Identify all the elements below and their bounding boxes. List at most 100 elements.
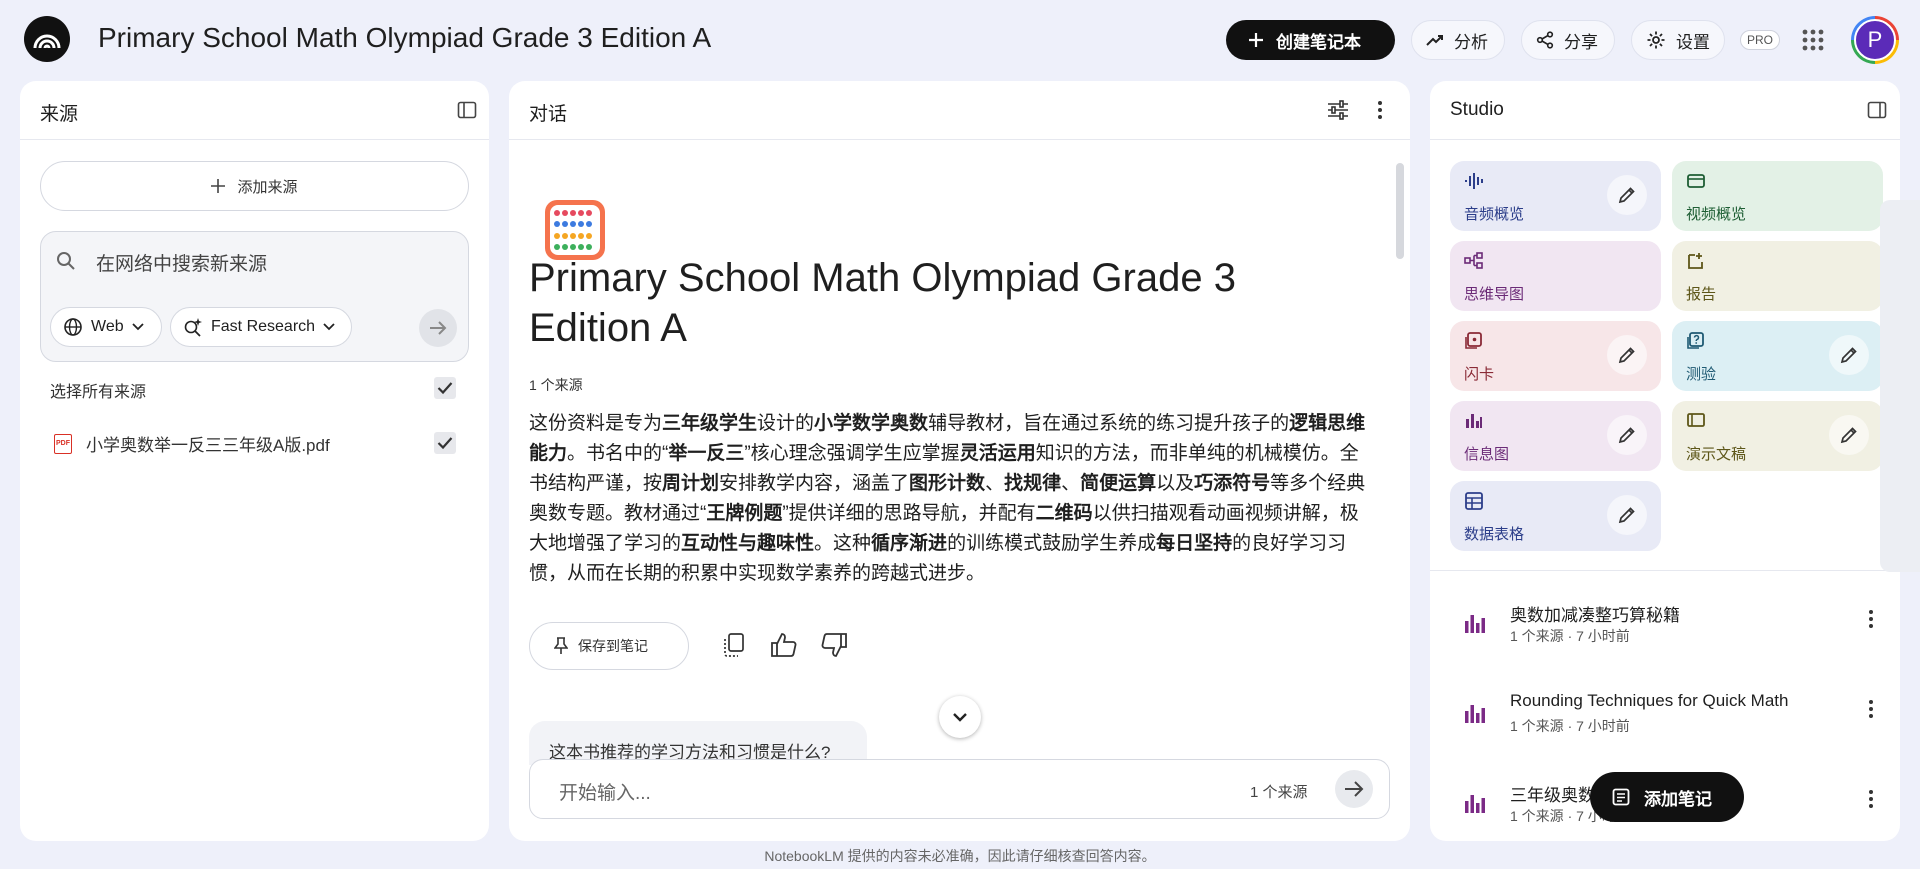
edit-button[interactable] bbox=[1829, 335, 1869, 375]
edit-button[interactable] bbox=[1607, 415, 1647, 455]
studio-tile-quiz[interactable]: 测验 bbox=[1672, 321, 1883, 391]
note-item[interactable]: 奥数加减凑整巧算秘籍 1 个来源 · 7 小时前 bbox=[1464, 593, 1874, 653]
avatar-letter: P bbox=[1854, 19, 1896, 61]
studio-tile-report[interactable]: 报告 bbox=[1672, 241, 1883, 311]
edit-button[interactable] bbox=[1829, 415, 1869, 455]
notebook-title[interactable]: Primary School Math Olympiad Grade 3 Edi… bbox=[98, 22, 711, 54]
check-icon bbox=[437, 382, 453, 395]
select-all-checkbox[interactable] bbox=[434, 377, 456, 399]
chat-scrollbar[interactable] bbox=[1396, 163, 1404, 259]
source-item-checkbox[interactable] bbox=[434, 432, 456, 454]
scroll-down-button[interactable] bbox=[939, 696, 981, 738]
pin-icon bbox=[554, 637, 568, 654]
source-item-label: 小学奥数举一反三三年级A版.pdf bbox=[86, 436, 330, 455]
sources-header: 来源 bbox=[20, 81, 489, 140]
chevron-down-icon bbox=[953, 712, 967, 722]
studio-tile-video[interactable]: 视频概览 bbox=[1672, 161, 1883, 231]
chat-title: 对话 bbox=[529, 104, 568, 125]
edit-button[interactable] bbox=[1607, 175, 1647, 215]
search-input[interactable]: 在网络中搜索新来源 bbox=[96, 249, 267, 276]
save-to-note-button[interactable]: 保存到笔记 bbox=[529, 622, 689, 670]
gear-icon bbox=[1647, 31, 1665, 49]
pencil-icon bbox=[1840, 427, 1857, 444]
research-mode-chip[interactable]: Fast Research bbox=[170, 307, 352, 347]
create-notebook-button[interactable]: 创建笔记本 bbox=[1226, 20, 1395, 60]
avatar[interactable]: P bbox=[1851, 16, 1899, 64]
web-chip-label: Web bbox=[91, 318, 124, 335]
summary-text: 设计的 bbox=[757, 413, 815, 434]
sources-title: 来源 bbox=[40, 104, 79, 125]
note-title: 奥数加减凑整巧算秘籍 bbox=[1510, 606, 1680, 625]
studio-tile-label: 信息图 bbox=[1464, 446, 1510, 463]
studio-tile-infographic[interactable]: 信息图 bbox=[1450, 401, 1661, 471]
copy-icon[interactable] bbox=[722, 632, 746, 658]
source-count: 1 个来源 bbox=[529, 377, 583, 393]
pencil-icon bbox=[1618, 507, 1635, 524]
summary-text: 、 bbox=[985, 473, 1005, 494]
studio-panel: Studio 音频概览 视频概览 思维导图 报告 闪卡 测验 信息图 演示文稿 数据表格 奥数加… bbox=[1430, 81, 1900, 841]
thumbs-down-icon[interactable] bbox=[820, 632, 848, 658]
studio-tile-mind-map[interactable]: 思维导图 bbox=[1450, 241, 1661, 311]
summary-highlight: 每日坚持 bbox=[1156, 533, 1233, 554]
notebooklm-logo-icon[interactable] bbox=[24, 16, 70, 62]
summary-text: 。书名中的“ bbox=[567, 443, 669, 464]
browser-side-widget[interactable] bbox=[1880, 200, 1920, 572]
edit-button[interactable] bbox=[1607, 335, 1647, 375]
summary-text: 安排教学内容，涵盖了 bbox=[719, 473, 910, 494]
share-button[interactable]: 分享 bbox=[1521, 20, 1615, 60]
studio-tile-table[interactable]: 数据表格 bbox=[1450, 481, 1661, 551]
chat-panel: 对话 Primary School Math Olympiad Grade 3 … bbox=[509, 81, 1410, 841]
settings-button[interactable]: 设置 bbox=[1631, 20, 1725, 60]
pencil-icon bbox=[1840, 347, 1857, 364]
summary-highlight: 循序渐进 bbox=[871, 533, 948, 554]
analytics-button[interactable]: 分析 bbox=[1411, 20, 1505, 60]
tune-icon[interactable] bbox=[1327, 100, 1349, 120]
more-vert-icon[interactable] bbox=[1868, 699, 1874, 719]
video-icon bbox=[1687, 174, 1705, 188]
pencil-icon bbox=[1618, 347, 1635, 364]
studio-tile-label: 思维导图 bbox=[1464, 286, 1525, 303]
more-vert-icon[interactable] bbox=[1868, 789, 1874, 809]
source-item[interactable]: PDF 小学奥数举一反三三年级A版.pdf bbox=[54, 431, 330, 456]
chevron-down-icon bbox=[131, 323, 144, 331]
audio-wave-icon bbox=[1465, 173, 1483, 189]
studio-tile-flashcard[interactable]: 闪卡 bbox=[1450, 321, 1661, 391]
submit-search-button[interactable] bbox=[419, 309, 457, 347]
add-source-button[interactable]: 添加来源 bbox=[40, 161, 469, 211]
collapse-panel-icon[interactable] bbox=[457, 100, 477, 120]
notebook-summary: 这份资料是专为三年级学生设计的小学数学奥数辅导教材，旨在通过系统的练习提升孩子的… bbox=[529, 409, 1377, 589]
chat-header: 对话 bbox=[509, 81, 1410, 140]
studio-tile-label: 报告 bbox=[1686, 286, 1717, 303]
studio-tile-slides[interactable]: 演示文稿 bbox=[1672, 401, 1883, 471]
note-meta: 1 个来源 · 7 小时前 bbox=[1510, 718, 1630, 734]
chat-scroll-area[interactable]: Primary School Math Olympiad Grade 3 Edi… bbox=[509, 141, 1410, 841]
more-vert-icon[interactable] bbox=[1377, 100, 1383, 120]
add-source-label: 添加来源 bbox=[237, 178, 298, 196]
note-title: Rounding Techniques for Quick Math bbox=[1510, 691, 1789, 710]
more-vert-icon[interactable] bbox=[1868, 609, 1874, 629]
summary-highlight: 灵活运用 bbox=[959, 443, 1036, 464]
edit-button[interactable] bbox=[1607, 495, 1647, 535]
web-chip[interactable]: Web bbox=[50, 307, 162, 347]
summary-highlight: 巧添符号 bbox=[1194, 473, 1271, 494]
settings-label: 设置 bbox=[1676, 32, 1710, 52]
apps-grid-icon[interactable] bbox=[1801, 28, 1825, 52]
collapse-panel-icon[interactable] bbox=[1867, 100, 1887, 120]
studio-tile-label: 音频概览 bbox=[1464, 206, 1525, 223]
summary-text: 辅导教材，旨在通过系统的练习提升孩子的 bbox=[928, 413, 1290, 434]
studio-tile-label: 测验 bbox=[1686, 366, 1717, 383]
pencil-icon bbox=[1618, 427, 1635, 444]
mind-map-icon bbox=[1464, 252, 1483, 269]
studio-divider bbox=[1430, 570, 1900, 571]
note-meta: 1 个来源 · 7 小时前 bbox=[1510, 628, 1630, 644]
note-title: 三年级奥数 bbox=[1510, 786, 1595, 805]
pdf-icon: PDF bbox=[54, 433, 72, 454]
studio-tile-audio-wave[interactable]: 音频概览 bbox=[1450, 161, 1661, 231]
summary-highlight: 二维码 bbox=[1035, 503, 1093, 524]
chat-input[interactable]: 开始输入... 1 个来源 bbox=[529, 759, 1390, 819]
add-note-button[interactable]: 添加笔记 bbox=[1590, 772, 1744, 822]
send-button[interactable] bbox=[1335, 770, 1373, 808]
pencil-icon bbox=[1618, 187, 1635, 204]
note-item[interactable]: Rounding Techniques for Quick Math 1 个来源… bbox=[1464, 683, 1874, 743]
thumbs-up-icon[interactable] bbox=[770, 632, 798, 658]
